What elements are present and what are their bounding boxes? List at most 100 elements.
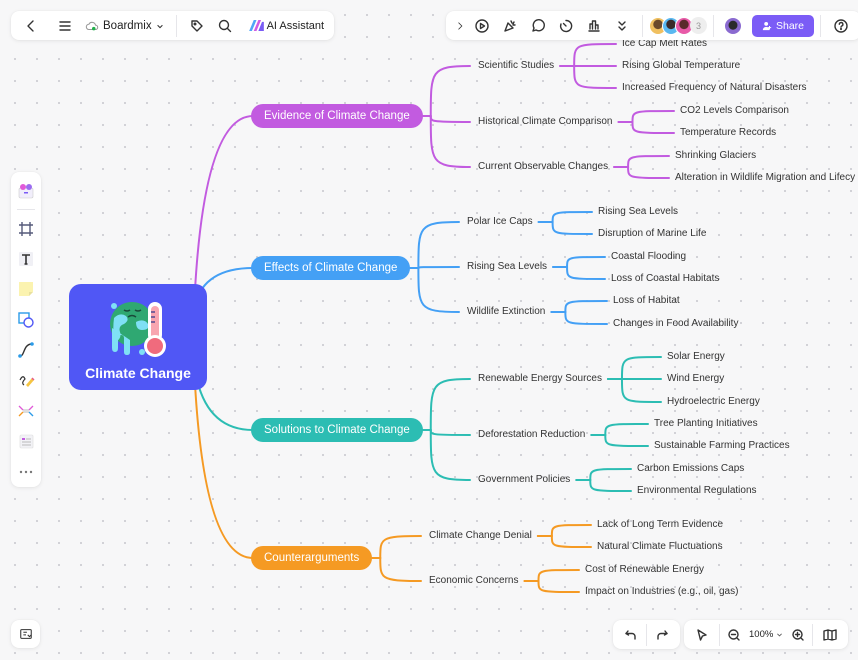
leaf-connector [537, 569, 580, 582]
minimap-button[interactable] [816, 621, 844, 649]
leaf-node[interactable]: Solar Energy [667, 351, 725, 363]
branch-counterarguments[interactable]: Counterarguments [251, 546, 373, 570]
map-icon [823, 628, 838, 641]
leaf-node[interactable]: Natural Climate Fluctuations [597, 541, 723, 553]
zoom-out-icon [728, 628, 740, 641]
leaf-node[interactable]: Lack of Long Term Evidence [597, 519, 723, 531]
sub-connector [379, 535, 422, 559]
leaf-node[interactable]: CO2 Levels Comparison [680, 105, 789, 117]
connector-tool[interactable] [11, 335, 41, 365]
node-rising-sea-levels[interactable]: Rising Sea Levels [467, 261, 547, 273]
zoom-toolbar: 100% [684, 620, 849, 649]
node-wildlife-extinction[interactable]: Wildlife Extinction [467, 306, 545, 318]
leaf-node[interactable]: Impact on Industries (e.g., oil, gas) [585, 586, 738, 598]
frame-tool[interactable] [11, 213, 41, 243]
add-user-icon [762, 21, 772, 30]
outline-panel-button[interactable] [11, 620, 40, 648]
node-economic-concerns[interactable]: Economic Concerns [429, 575, 518, 587]
present-button[interactable] [468, 12, 496, 40]
leaf-connector [620, 356, 662, 380]
zoom-level-dropdown[interactable]: 100% [745, 629, 787, 640]
leaf-connector [631, 121, 675, 134]
leaf-connector [604, 434, 649, 447]
timer-button[interactable] [552, 12, 580, 40]
table-tool[interactable] [11, 426, 41, 456]
leaf-node[interactable]: Hydroelectric Energy [667, 396, 760, 408]
more-tools-button[interactable] [608, 12, 636, 40]
leaf-node[interactable]: Tree Planting Initiatives [654, 418, 758, 430]
leaf-node[interactable]: Sustainable Farming Practices [654, 440, 790, 452]
leaf-node[interactable]: Increased Frequency of Natural Disasters [622, 82, 807, 94]
sticky-note-tool[interactable] [11, 274, 41, 304]
back-button[interactable] [17, 12, 45, 40]
branch-effects[interactable]: Effects of Climate Change [251, 256, 411, 280]
zoom-level: 100% [749, 629, 774, 640]
chevron-down-icon [777, 633, 783, 637]
collaborator-count[interactable]: 3 [690, 17, 707, 34]
collapse-toolbar-button[interactable] [452, 12, 468, 40]
redo-button[interactable] [648, 621, 676, 649]
connector-icon [18, 342, 34, 359]
file-menu-button[interactable]: Boardmix [79, 19, 170, 33]
play-icon [475, 18, 489, 33]
cursor-icon [697, 628, 707, 641]
top-left-toolbar: Boardmix AI Assistant [11, 11, 335, 40]
comment-button[interactable] [524, 12, 552, 40]
table-icon [19, 435, 34, 449]
outline-icon [19, 629, 32, 639]
vote-button[interactable] [580, 12, 608, 40]
text-tool[interactable] [11, 244, 41, 274]
sub-connector [429, 65, 471, 117]
leaf-node[interactable]: Changes in Food Availability [613, 318, 738, 330]
root-node[interactable]: Climate Change [69, 284, 207, 390]
leaf-node[interactable]: Loss of Coastal Habitats [611, 273, 719, 285]
zoom-out-button[interactable] [723, 621, 745, 649]
user-avatar[interactable] [724, 16, 742, 35]
celebrate-button[interactable] [496, 12, 524, 40]
tag-icon [190, 19, 203, 32]
menu-button[interactable] [51, 12, 79, 40]
zoom-in-button[interactable] [787, 621, 809, 649]
leaf-node[interactable]: Coastal Flooding [611, 251, 686, 263]
select-tool-button[interactable] [688, 621, 716, 649]
leaf-node[interactable]: Cost of Renewable Energy [585, 564, 704, 576]
leaf-node[interactable]: Shrinking Glaciers [675, 150, 756, 162]
root-connector [194, 115, 254, 291]
leaf-node[interactable]: Rising Global Temperature [622, 60, 740, 72]
node-climate-change-denial[interactable]: Climate Change Denial [429, 530, 532, 542]
leaf-connector [627, 166, 670, 179]
leaf-node[interactable]: Temperature Records [680, 127, 776, 139]
leaf-node[interactable]: Carbon Emissions Caps [637, 463, 744, 475]
templates-tool[interactable] [11, 176, 41, 206]
help-button[interactable] [827, 12, 855, 40]
ai-assistant-button[interactable]: AI Assistant [245, 20, 328, 32]
tag-button[interactable] [183, 12, 211, 40]
mind-map-tool[interactable] [11, 396, 41, 426]
leaf-node[interactable]: Wind Energy [667, 373, 724, 385]
leaf-node[interactable]: Disruption of Marine Life [598, 228, 706, 240]
branch-solutions[interactable]: Solutions to Climate Change [251, 418, 423, 442]
node-renewable-energy-sources[interactable]: Renewable Energy Sources [478, 373, 602, 385]
leaf-node[interactable]: Alteration in Wildlife Migration and Lif… [675, 172, 855, 184]
search-button[interactable] [211, 12, 239, 40]
leaf-node[interactable]: Rising Sea Levels [598, 206, 678, 218]
pen-tool[interactable] [11, 365, 41, 395]
node-scientific-studies[interactable]: Scientific Studies [478, 60, 554, 72]
node-current-observable-changes[interactable]: Current Observable Changes [478, 161, 608, 173]
shape-tool[interactable] [11, 305, 41, 335]
share-button[interactable]: Share [752, 14, 815, 37]
node-government-policies[interactable]: Government Policies [478, 474, 570, 486]
leaf-node[interactable]: Loss of Habitat [613, 295, 680, 307]
node-deforestation-reduction[interactable]: Deforestation Reduction [478, 429, 585, 441]
undo-button[interactable] [617, 621, 645, 649]
leaf-connector [620, 378, 662, 403]
node-historical-climate-comparison[interactable]: Historical Climate Comparison [478, 116, 612, 128]
leaf-connector [566, 266, 606, 280]
sub-connector [429, 115, 471, 168]
branch-evidence[interactable]: Evidence of Climate Change [251, 104, 423, 128]
collaborators[interactable]: 3 [649, 16, 707, 35]
redo-icon [657, 629, 668, 640]
node-polar-ice-caps[interactable]: Polar Ice Caps [467, 216, 533, 228]
leaf-node[interactable]: Environmental Regulations [637, 485, 757, 497]
more-tools-button[interactable] [11, 457, 41, 487]
